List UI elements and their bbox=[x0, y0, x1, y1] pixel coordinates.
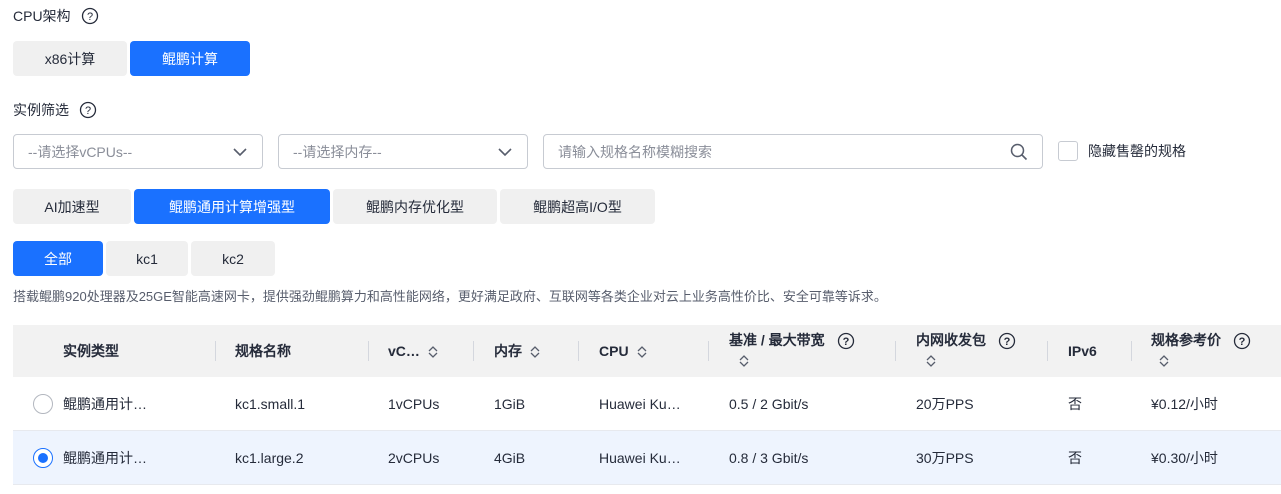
vcpu-select[interactable]: --请选择vCPUs-- bbox=[13, 134, 263, 169]
hide-soldout-checkbox[interactable] bbox=[1058, 141, 1078, 161]
vcpu-select-placeholder: --请选择vCPUs-- bbox=[28, 143, 133, 160]
help-icon[interactable]: ? bbox=[998, 332, 1016, 350]
header-memory: 内存 bbox=[494, 343, 522, 359]
spec-search bbox=[543, 134, 1043, 169]
cell-ipv6: 否 bbox=[1068, 449, 1082, 466]
cell-ipv6: 否 bbox=[1068, 395, 1082, 412]
filter-label: 实例筛选 bbox=[13, 102, 69, 118]
cell-cpu: Huawei Ku… bbox=[599, 395, 681, 412]
subtab-all[interactable]: 全部 bbox=[13, 241, 103, 276]
tab-kunpeng-memory[interactable]: 鲲鹏内存优化型 bbox=[333, 189, 497, 224]
svg-text:?: ? bbox=[842, 336, 849, 348]
sort-icon[interactable] bbox=[1157, 354, 1171, 368]
svg-text:?: ? bbox=[1004, 336, 1011, 348]
help-icon[interactable]: ? bbox=[79, 101, 97, 119]
svg-text:?: ? bbox=[85, 105, 91, 117]
table-row[interactable]: 鲲鹏通用计… kc1.small.1 1vCPUs 1GiB Huawei Ku… bbox=[13, 377, 1281, 431]
cpu-arch-x86-button[interactable]: x86计算 bbox=[13, 41, 127, 76]
tab-ai-accelerated[interactable]: AI加速型 bbox=[13, 189, 131, 224]
header-bandwidth-group[interactable]: 基准 / 最大带宽 ? bbox=[729, 330, 855, 368]
svg-text:?: ? bbox=[87, 11, 93, 23]
spec-search-input[interactable] bbox=[558, 143, 978, 160]
cell-vcpu: 1vCPUs bbox=[388, 395, 440, 412]
header-vcpu: vC… bbox=[388, 342, 420, 359]
subtab-kc2[interactable]: kc2 bbox=[191, 241, 275, 276]
cell-name: kc1.large.2 bbox=[235, 449, 304, 466]
tab-kunpeng-general[interactable]: 鲲鹏通用计算增强型 bbox=[134, 189, 330, 224]
header-divider bbox=[895, 341, 896, 361]
cell-bandwidth: 0.8 / 3 Gbit/s bbox=[729, 449, 809, 466]
table-row[interactable]: 鲲鹏通用计… kc1.large.2 2vCPUs 4GiB Huawei Ku… bbox=[13, 431, 1281, 485]
cell-memory: 4GiB bbox=[494, 449, 526, 466]
memory-select-placeholder: --请选择内存-- bbox=[293, 143, 382, 160]
header-cpu: CPU bbox=[599, 342, 629, 359]
sort-icon[interactable] bbox=[426, 345, 440, 359]
header-divider bbox=[578, 341, 579, 361]
svg-text:?: ? bbox=[1239, 336, 1246, 348]
cpu-arch-label: CPU架构 bbox=[13, 8, 71, 24]
subtab-kc1[interactable]: kc1 bbox=[106, 241, 188, 276]
cell-name: kc1.small.1 bbox=[235, 395, 306, 412]
hide-soldout-label: 隐藏售罄的规格 bbox=[1088, 143, 1186, 159]
cell-price: ¥0.30/小时 bbox=[1151, 449, 1218, 466]
hide-soldout-toggle[interactable]: 隐藏售罄的规格 bbox=[1058, 141, 1186, 161]
sort-icon[interactable] bbox=[528, 345, 542, 359]
row-radio[interactable] bbox=[33, 447, 53, 468]
header-divider bbox=[368, 341, 369, 361]
header-cpu-group[interactable]: CPU bbox=[599, 343, 649, 359]
cell-pps: 30万PPS bbox=[916, 449, 974, 466]
header-pps-group[interactable]: 内网收发包 ? bbox=[916, 330, 1016, 368]
help-icon[interactable]: ? bbox=[81, 7, 99, 25]
cell-type: 鲲鹏通用计… bbox=[63, 449, 147, 466]
cell-bandwidth: 0.5 / 2 Gbit/s bbox=[729, 395, 809, 412]
header-memory-group[interactable]: 内存 bbox=[494, 341, 542, 361]
header-name: 规格名称 bbox=[235, 343, 291, 359]
header-divider bbox=[708, 341, 709, 361]
series-description: 搭载鲲鹏920处理器及25GE智能高速网卡，提供强劲鲲鹏算力和高性能网络，更好满… bbox=[13, 289, 887, 304]
cpu-arch-kunpeng-button[interactable]: 鲲鹏计算 bbox=[130, 41, 250, 76]
header-divider bbox=[473, 341, 474, 361]
header-bandwidth: 基准 / 最大带宽 bbox=[729, 332, 825, 348]
cell-cpu: Huawei Ku… bbox=[599, 449, 681, 466]
header-price-group[interactable]: 规格参考价 ? bbox=[1151, 330, 1251, 368]
sort-icon[interactable] bbox=[737, 354, 751, 368]
cell-memory: 1GiB bbox=[494, 395, 526, 412]
filter-label-group: 实例筛选 ? bbox=[13, 100, 97, 120]
cell-pps: 20万PPS bbox=[916, 395, 974, 412]
header-type: 实例类型 bbox=[63, 343, 119, 359]
header-divider bbox=[1131, 341, 1132, 361]
spec-table: 实例类型 规格名称 vC… 内存 CPU 基准 / 最大带宽 ? 内网收发包 ?… bbox=[13, 325, 1281, 485]
header-price: 规格参考价 bbox=[1151, 332, 1221, 348]
help-icon[interactable]: ? bbox=[837, 332, 855, 350]
memory-select[interactable]: --请选择内存-- bbox=[278, 134, 528, 169]
cell-type: 鲲鹏通用计… bbox=[63, 395, 147, 412]
table-header: 实例类型 规格名称 vC… 内存 CPU 基准 / 最大带宽 ? 内网收发包 ?… bbox=[13, 325, 1281, 377]
help-icon[interactable]: ? bbox=[1233, 332, 1251, 350]
cpu-arch-label-group: CPU架构 ? bbox=[13, 6, 99, 26]
header-vcpu-group[interactable]: vC… bbox=[388, 343, 440, 359]
chevron-down-icon bbox=[233, 147, 247, 156]
cell-vcpu: 2vCPUs bbox=[388, 449, 440, 466]
row-radio[interactable] bbox=[33, 393, 53, 414]
sort-icon[interactable] bbox=[924, 354, 938, 368]
sort-icon[interactable] bbox=[635, 345, 649, 359]
header-pps: 内网收发包 bbox=[916, 332, 986, 348]
cell-price: ¥0.12/小时 bbox=[1151, 395, 1218, 412]
search-icon[interactable] bbox=[1010, 143, 1028, 161]
chevron-down-icon bbox=[498, 147, 512, 156]
header-divider bbox=[1047, 341, 1048, 361]
header-divider bbox=[215, 341, 216, 361]
header-ipv6: IPv6 bbox=[1068, 343, 1097, 359]
tab-kunpeng-io[interactable]: 鲲鹏超高I/O型 bbox=[500, 189, 655, 224]
